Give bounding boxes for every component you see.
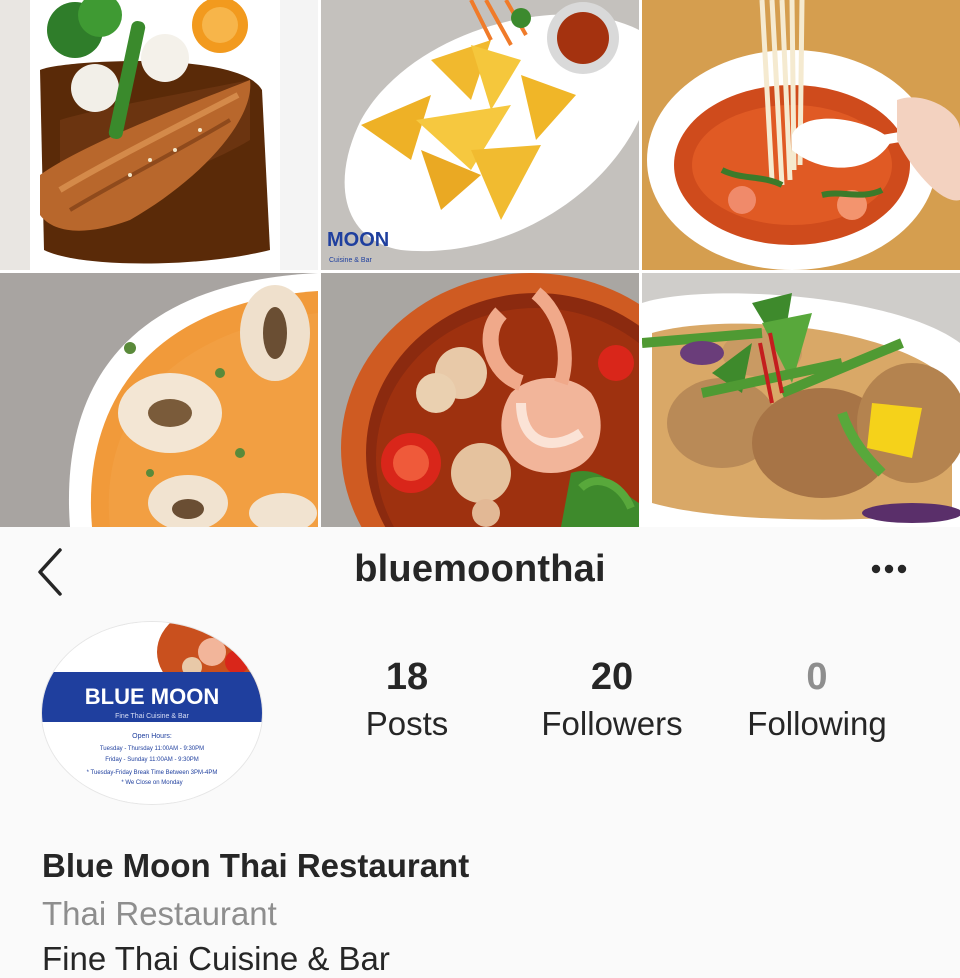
post-thumbnail-noodle-soup[interactable] [642, 0, 960, 270]
avatar-hours-line: Tuesday - Thursday 11:00AM - 9:30PM [100, 746, 204, 752]
avatar-hours-title: Open Hours: [132, 733, 172, 740]
tom-kha-soup-photo [0, 273, 318, 527]
avatar-logo-sub: Fine Thai Cuisine & Bar [115, 713, 189, 720]
crab-rangoon-photo: MOON Cuisine & Bar [321, 0, 639, 270]
posts-count-stat[interactable]: 18 Posts [307, 652, 507, 746]
avatar-note-line: * We Close on Monday [121, 780, 182, 786]
posts-label: Posts [365, 705, 449, 742]
post-thumbnail-salmon[interactable] [0, 0, 318, 270]
profile-bio: Fine Thai Cuisine & Bar [42, 940, 390, 977]
post-thumbnail-tom-kha[interactable] [0, 273, 318, 527]
profile-category: Thai Restaurant [42, 895, 277, 932]
profile-header: bluemoonthai [0, 528, 960, 612]
followers-label: Followers [541, 705, 683, 742]
post-thumbnail-tom-yum[interactable] [321, 273, 639, 527]
following-count: 0 [806, 656, 828, 698]
profile-display-name: Blue Moon Thai Restaurant [42, 847, 470, 884]
post-watermark-sub: Cuisine & Bar [329, 257, 372, 264]
more-options-button[interactable] [858, 552, 922, 592]
following-label: Following [747, 705, 887, 742]
posts-count: 18 [385, 656, 429, 698]
curry-duck-photo [642, 273, 960, 527]
following-count-stat[interactable]: 0 Following [717, 652, 917, 746]
profile-avatar[interactable]: BLUE MOON Fine Thai Cuisine & Bar Open H… [42, 622, 262, 804]
profile-username: bluemoonthai [354, 548, 606, 590]
followers-count-stat[interactable]: 20 Followers [512, 652, 712, 746]
salmon-teriyaki-photo [0, 0, 318, 270]
followers-count: 20 [590, 656, 634, 698]
tom-yum-shrimp-photo [321, 273, 639, 527]
post-thumbnail-curry[interactable] [642, 273, 960, 527]
post-thumbnail-rangoon[interactable]: MOON Cuisine & Bar [321, 0, 639, 270]
avatar-note-line: * Tuesday-Friday Break Time Between 3PM-… [87, 770, 218, 776]
post-grid: MOON Cuisine & Bar [0, 0, 960, 527]
post-watermark: MOON [327, 229, 389, 251]
ellipsis-icon [871, 564, 907, 574]
avatar-image: BLUE MOON Fine Thai Cuisine & Bar Open H… [42, 622, 262, 804]
noodle-soup-photo [642, 0, 960, 270]
avatar-logo-text: BLUE MOON [85, 684, 219, 709]
avatar-hours-line: Friday - Sunday 11:00AM - 9:30PM [105, 757, 199, 763]
